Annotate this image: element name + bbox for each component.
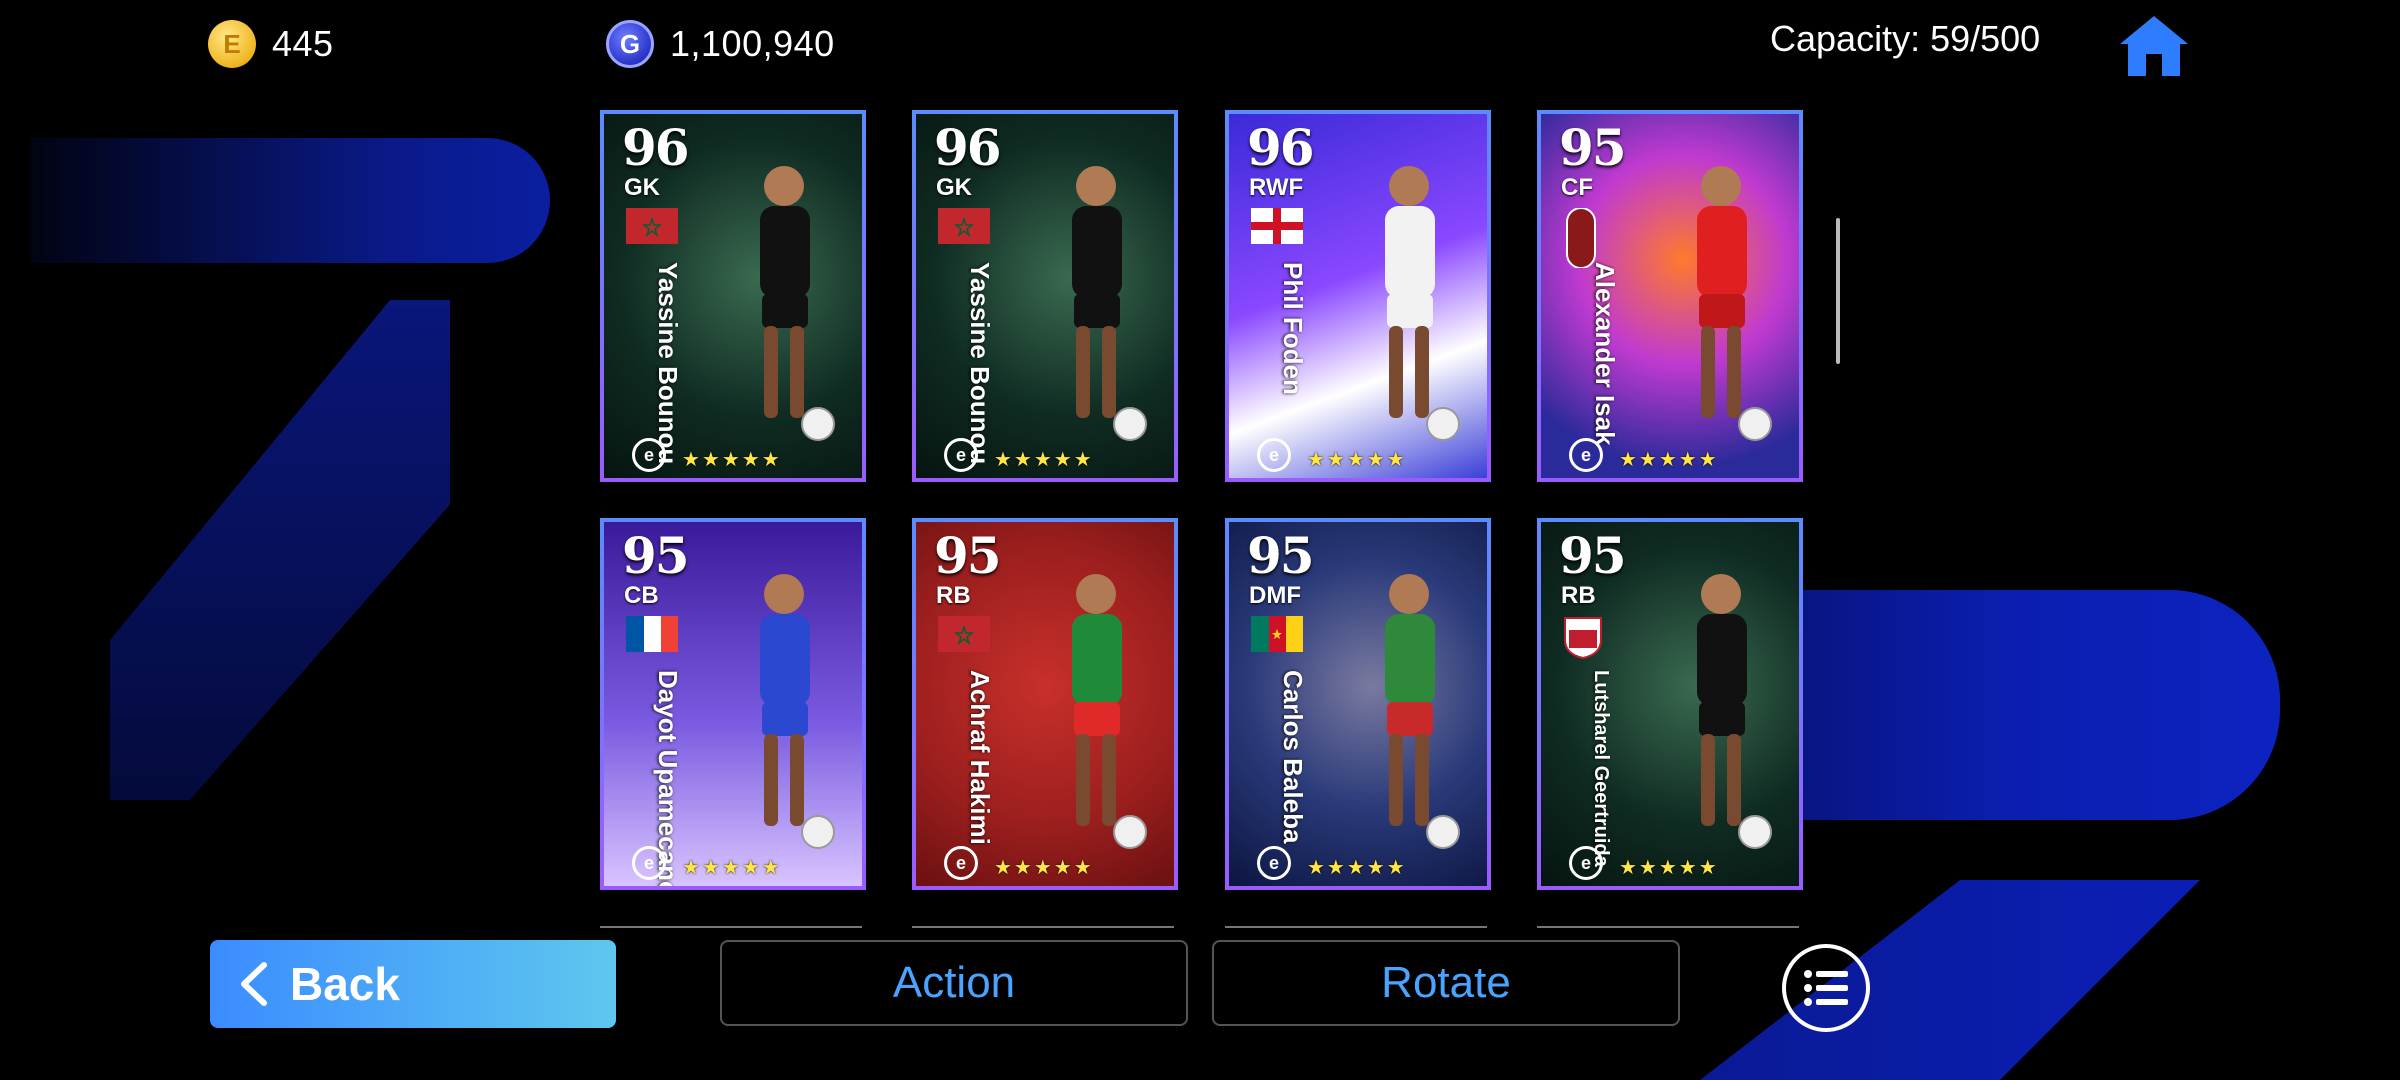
- player-name: Yassine Bounou: [965, 262, 995, 465]
- card-rating: 95: [934, 526, 1002, 585]
- player-card[interactable]: 95 DMF Carlos Baleba e ★★★★★: [1225, 518, 1491, 890]
- rotate-button-label: Rotate: [1381, 958, 1511, 1007]
- row-separator: [1225, 926, 1487, 928]
- nation-flag: [626, 208, 678, 244]
- player-name: Carlos Baleba: [1278, 670, 1308, 844]
- row-separator: [1537, 926, 1799, 928]
- efootball-logo-icon: e: [632, 438, 666, 472]
- player-name: Achraf Hakimi: [965, 670, 995, 845]
- player-card[interactable]: 96 RWF Phil Foden e ★★★★★: [1225, 110, 1491, 482]
- back-button[interactable]: Back: [210, 940, 616, 1028]
- player-figure: [1072, 574, 1147, 849]
- card-stars: ★★★★★: [994, 857, 1094, 879]
- player-name: Yassine Bounou: [653, 262, 683, 465]
- e-coin-icon: E: [208, 20, 256, 68]
- nation-flag: [938, 208, 990, 244]
- card-stars: ★★★★★: [1307, 857, 1407, 879]
- player-name: Lutsharel Geertruida: [1590, 670, 1612, 867]
- coin-balance: E 445: [208, 14, 334, 74]
- efootball-logo-icon: e: [1257, 846, 1291, 880]
- player-figure: [760, 166, 835, 441]
- card-stars: ★★★★★: [994, 449, 1094, 471]
- gp-balance: G 1,100,940: [606, 14, 835, 74]
- efootball-logo-icon: e: [632, 846, 666, 880]
- card-rating: 95: [1247, 526, 1315, 585]
- action-button[interactable]: Action: [720, 940, 1188, 1026]
- card-stars: ★★★★★: [682, 857, 782, 879]
- nation-flag: [1563, 616, 1615, 660]
- player-card[interactable]: 95 CF Alexander Isak e ★★★★★: [1537, 110, 1803, 482]
- card-rating: 95: [1559, 526, 1627, 585]
- card-position: DMF: [1249, 582, 1301, 609]
- nation-flag: [1251, 616, 1303, 652]
- card-rating: 95: [622, 526, 690, 585]
- player-card[interactable]: 96 GK Yassine Bounou e ★★★★★: [912, 110, 1178, 482]
- player-figure: [1697, 166, 1772, 441]
- gp-amount: 1,100,940: [670, 23, 835, 64]
- player-figure: [1385, 166, 1460, 441]
- player-name: Phil Foden: [1278, 262, 1308, 395]
- card-rating: 96: [1247, 118, 1315, 177]
- card-stars: ★★★★★: [1619, 857, 1719, 879]
- card-position: RB: [1561, 582, 1596, 609]
- card-rating: 95: [1559, 118, 1627, 177]
- card-rating: 96: [622, 118, 690, 177]
- card-position: RB: [936, 582, 971, 609]
- player-card[interactable]: 95 CB Dayot Upamecano e ★★★★★: [600, 518, 866, 890]
- nation-flag: [626, 616, 678, 652]
- capacity-label: Capacity: 59/500: [1770, 18, 2041, 59]
- card-position: GK: [936, 174, 972, 201]
- efootball-logo-icon: e: [944, 846, 978, 880]
- card-stars: ★★★★★: [1619, 449, 1719, 471]
- background-diagonal: [110, 300, 450, 800]
- row-separator: [912, 926, 1174, 928]
- coin-amount: 445: [272, 23, 334, 64]
- player-figure: [1072, 166, 1147, 441]
- card-position: CF: [1561, 174, 1593, 201]
- rotate-button[interactable]: Rotate: [1212, 940, 1680, 1026]
- nation-flag: [1563, 207, 1615, 269]
- efootball-logo-icon: e: [1569, 846, 1603, 880]
- player-card[interactable]: 95 RB Achraf Hakimi e ★★★★★: [912, 518, 1178, 890]
- background-diagonal-bottom: [1700, 880, 2200, 1080]
- efootball-logo-icon: e: [1569, 438, 1603, 472]
- player-figure: [1385, 574, 1460, 849]
- background-bar: [30, 138, 550, 263]
- player-name: Alexander Isak: [1590, 262, 1620, 446]
- row-separator: [600, 926, 862, 928]
- card-rating: 96: [934, 118, 1002, 177]
- list-menu-icon: [1804, 970, 1848, 1006]
- chevron-left-icon: [241, 962, 267, 1006]
- action-button-label: Action: [892, 958, 1016, 1007]
- efootball-logo-icon: e: [1257, 438, 1291, 472]
- player-figure: [760, 574, 835, 849]
- player-card[interactable]: 95 RB Lutsharel Geertruida e ★★★★★: [1537, 518, 1803, 890]
- home-button[interactable]: [2118, 12, 2190, 78]
- gp-coin-icon: G: [606, 20, 654, 68]
- scrollbar-thumb[interactable]: [1836, 218, 1840, 364]
- card-stars: ★★★★★: [1307, 449, 1407, 471]
- card-position: GK: [624, 174, 660, 201]
- home-icon: [2120, 16, 2188, 76]
- nation-flag: [938, 616, 990, 652]
- list-menu-button[interactable]: [1782, 944, 1870, 1032]
- back-button-label: Back: [290, 958, 400, 1010]
- card-position: CB: [624, 582, 659, 609]
- efootball-logo-icon: e: [944, 438, 978, 472]
- player-card[interactable]: 96 GK Yassine Bounou e ★★★★★: [600, 110, 866, 482]
- card-position: RWF: [1249, 174, 1304, 201]
- card-stars: ★★★★★: [682, 449, 782, 471]
- nation-flag: [1251, 208, 1303, 244]
- player-figure: [1697, 574, 1772, 849]
